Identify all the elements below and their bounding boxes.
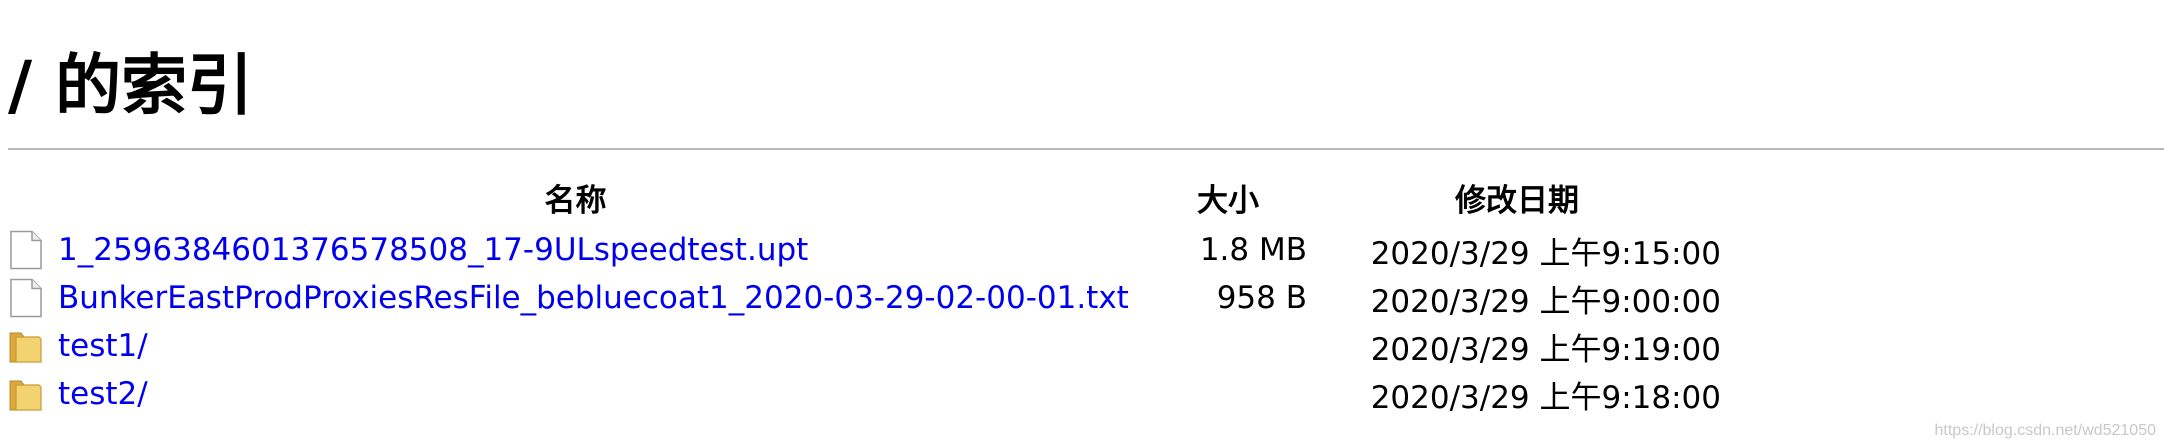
table-row: 1_2596384601376578508_17-9ULspeedtest.up… [8, 226, 1721, 274]
page-title: / 的索引 [8, 47, 254, 124]
entry-name-cell: test1/ [8, 326, 1143, 366]
file-icon [10, 230, 42, 270]
watermark: https://blog.csdn.net/wd521050 [1934, 422, 2157, 439]
name-column-header[interactable]: 名称 [8, 168, 1143, 226]
file-icon [10, 278, 42, 318]
entry-size: 1.8 MB [1199, 232, 1307, 268]
entry-size [1143, 322, 1313, 370]
entry-modified-date: 2020/3/29 上午9:00:00 [1370, 283, 1721, 320]
entry-size [1143, 370, 1313, 418]
table-row: test2/ 2020/3/29 上午9:18:00 [8, 370, 1721, 418]
entry-link[interactable]: test2/ [58, 376, 148, 412]
table-row: BunkerEastProdProxiesResFile_bebluecoat1… [8, 274, 1721, 322]
table-header-row: 名称 大小 修改日期 [8, 168, 1721, 226]
header-divider [8, 148, 2164, 150]
entry-link[interactable]: 1_2596384601376578508_17-9ULspeedtest.up… [58, 232, 808, 268]
directory-listing-table: 名称 大小 修改日期 1_2596384601376578508_17-9ULs… [8, 168, 1721, 418]
entry-link[interactable]: test1/ [58, 328, 148, 364]
entry-name-cell: test2/ [8, 374, 1143, 414]
folder-icon [9, 332, 42, 363]
entry-modified-date: 2020/3/29 上午9:19:00 [1370, 331, 1721, 368]
table-row: test1/ 2020/3/29 上午9:19:00 [8, 322, 1721, 370]
entry-link[interactable]: BunkerEastProdProxiesResFile_bebluecoat1… [58, 280, 1129, 316]
entry-modified-date: 2020/3/29 上午9:15:00 [1370, 235, 1721, 272]
modified-column-header[interactable]: 修改日期 [1313, 168, 1721, 226]
entry-modified-date: 2020/3/29 上午9:18:00 [1370, 379, 1721, 416]
entry-size: 958 B [1216, 280, 1307, 316]
folder-icon [9, 380, 42, 411]
entry-name-cell: BunkerEastProdProxiesResFile_bebluecoat1… [8, 278, 1143, 318]
size-column-header[interactable]: 大小 [1143, 168, 1313, 226]
entry-name-cell: 1_2596384601376578508_17-9ULspeedtest.up… [8, 230, 1143, 270]
